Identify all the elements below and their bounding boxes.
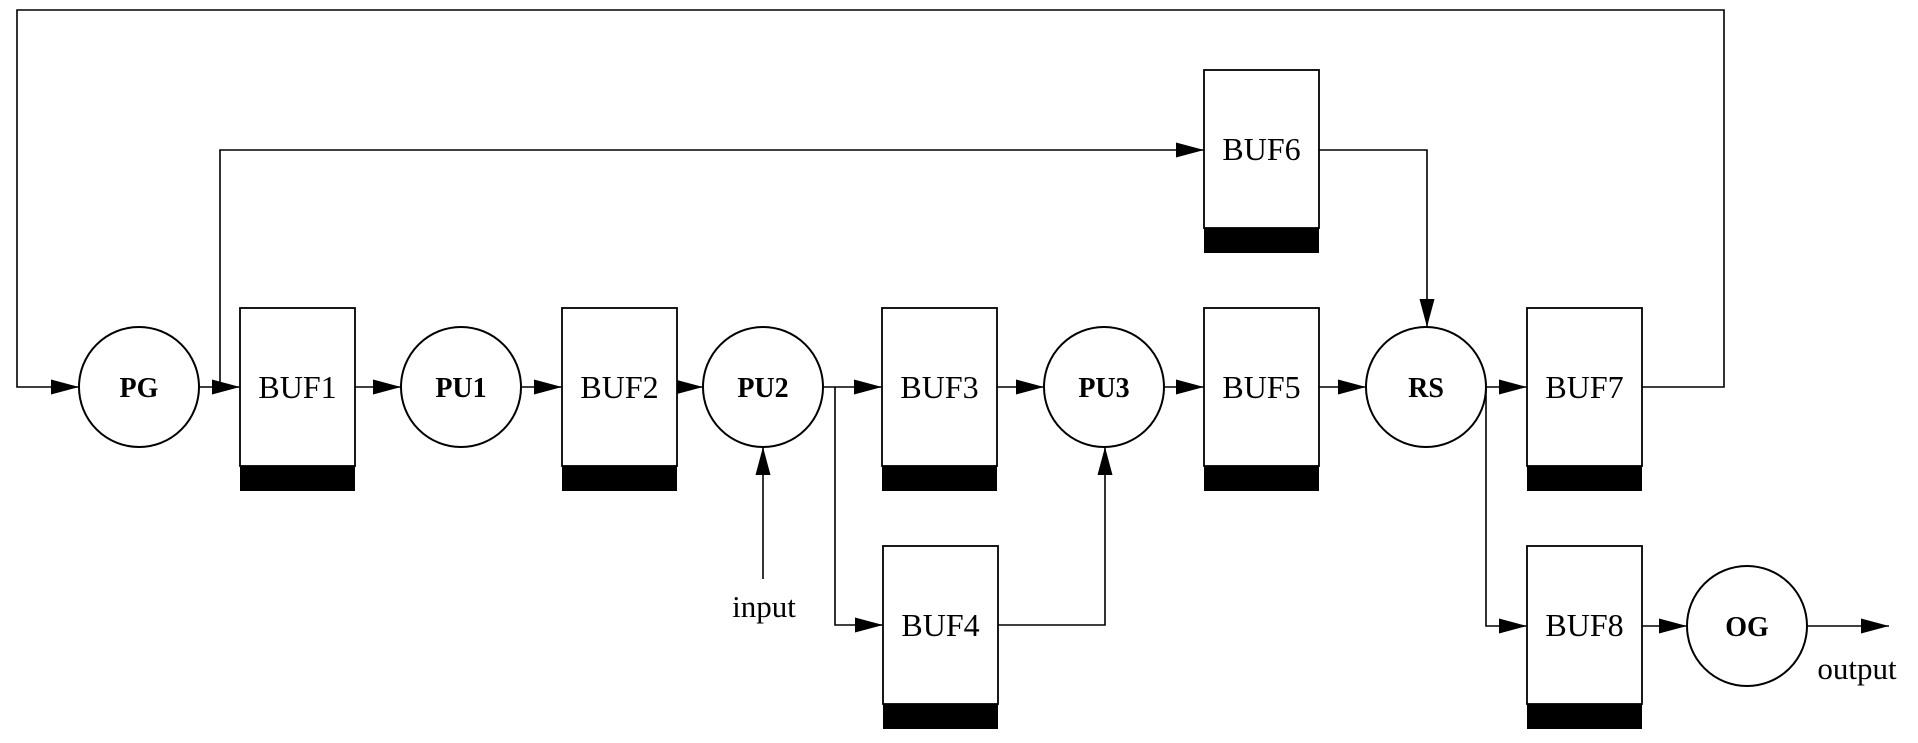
node-label: PU1 xyxy=(435,373,486,404)
node-og: OG xyxy=(1686,565,1808,687)
node-rs: RS xyxy=(1365,326,1487,448)
buffer-fill-bar xyxy=(882,466,997,491)
node-label: OG xyxy=(1725,612,1769,643)
edge-input-pu2-arrowhead xyxy=(755,447,771,475)
node-label: PU3 xyxy=(1078,373,1129,404)
node-buf4: BUF4 xyxy=(882,545,999,729)
edge-pu2-buf3-arrowhead xyxy=(854,379,882,395)
edge-buf4-pu3 xyxy=(998,447,1106,626)
node-buf1: BUF1 xyxy=(239,307,356,491)
node-label: BUF3 xyxy=(900,369,978,405)
node-label: BUF1 xyxy=(258,369,336,405)
edge-pu2-buf4 xyxy=(834,387,883,626)
edge-pu1-buf2-arrowhead xyxy=(534,379,562,395)
node-buf6: BUF6 xyxy=(1203,69,1320,253)
edge-buf8-og-arrowhead xyxy=(1659,618,1687,634)
edge-buf1-pu1-arrowhead xyxy=(373,379,401,395)
node-pu1: PU1 xyxy=(400,326,522,448)
node-label: RS xyxy=(1408,373,1444,404)
node-label: BUF5 xyxy=(1222,369,1300,405)
edge-og-output-arrowhead xyxy=(1861,618,1889,634)
node-buf8: BUF8 xyxy=(1526,545,1643,729)
block-diagram: PG PU1 PU2 PU3 RS OG BUF1 BUF2 BUF3 BUF5 BUF7 BUF6 B… xyxy=(16,9,1897,729)
output-label: output xyxy=(1817,651,1897,686)
input-label: input xyxy=(732,589,796,624)
buffer-fill-bar xyxy=(240,466,355,491)
node-pu3: PU3 xyxy=(1043,326,1165,448)
node-label: PU2 xyxy=(737,373,788,404)
edge-buf6-rs-arrowhead xyxy=(1419,299,1435,327)
edge-pu2-buf4-arrowhead xyxy=(855,617,883,633)
edge-buf5-rs-arrowhead xyxy=(1338,379,1366,395)
node-label: BUF6 xyxy=(1222,131,1300,167)
edge-buf7-pg-feedback-arrowhead xyxy=(51,379,79,395)
node-buf3: BUF3 xyxy=(881,307,998,491)
buffer-fill-bar xyxy=(1527,704,1642,729)
buffer-fill-bar xyxy=(1204,228,1319,253)
node-pu2: PU2 xyxy=(702,326,824,448)
edge-buf2-pu2-arrowhead xyxy=(675,379,703,395)
buffer-fill-bar xyxy=(562,466,677,491)
buffer-fill-bar xyxy=(1204,466,1319,491)
node-label: BUF7 xyxy=(1545,369,1623,405)
edge-buf4-pu3-arrowhead xyxy=(1097,447,1113,475)
node-pg: PG xyxy=(78,326,200,448)
edge-rs-buf8 xyxy=(1485,387,1527,627)
node-buf5: BUF5 xyxy=(1203,307,1320,491)
buffer-fill-bar xyxy=(883,704,998,729)
edge-pg-buf6-arrowhead xyxy=(1176,142,1204,158)
node-label: BUF2 xyxy=(580,369,658,405)
edge-rs-buf8-arrowhead xyxy=(1499,618,1527,634)
buffer-fill-bar xyxy=(1527,466,1642,491)
node-buf2: BUF2 xyxy=(561,307,678,491)
edge-pu3-buf5-arrowhead xyxy=(1176,379,1204,395)
nodes-layer: PG PU1 PU2 PU3 RS OG BUF1 BUF2 BUF3 BUF5 BUF7 BUF6 B… xyxy=(78,69,1808,729)
edge-buf3-pu3-arrowhead xyxy=(1016,379,1044,395)
edge-pg-buf1-arrowhead xyxy=(212,379,240,395)
edge-buf6-rs xyxy=(1319,149,1428,327)
node-label: BUF4 xyxy=(901,607,979,643)
edge-rs-buf7-arrowhead xyxy=(1499,379,1527,395)
node-label: BUF8 xyxy=(1545,607,1623,643)
node-buf7: BUF7 xyxy=(1526,307,1643,491)
node-label: PG xyxy=(120,373,159,404)
